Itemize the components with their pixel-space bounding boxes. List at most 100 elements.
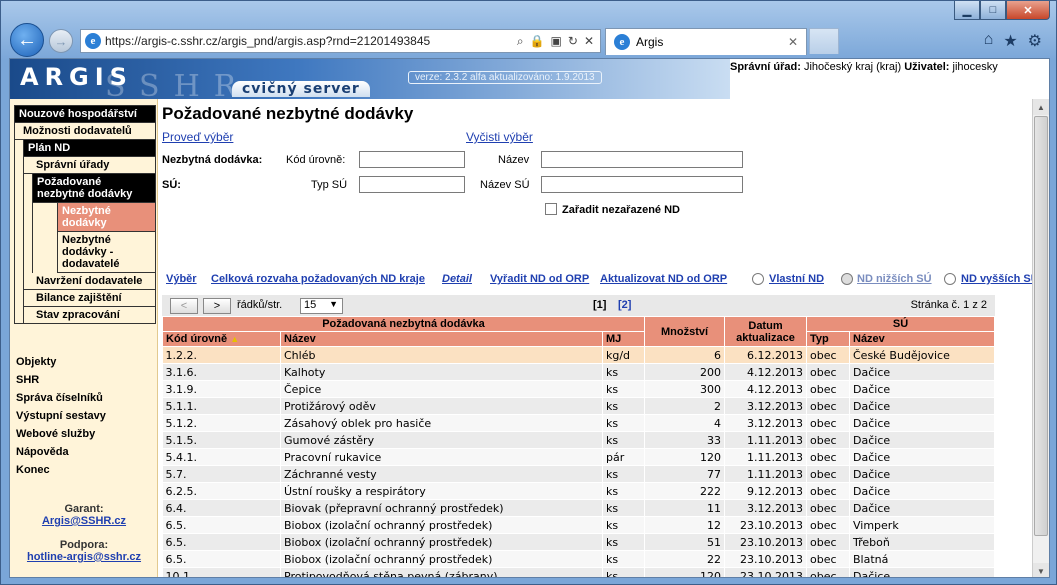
cell-su-type: obec <box>806 431 850 449</box>
col-header-quantity[interactable]: Množství <box>644 316 725 347</box>
menu-item-authorities[interactable]: Správní úřady <box>24 157 155 174</box>
menu-item-objects[interactable]: Objekty <box>14 353 154 371</box>
lower-nd-radio[interactable] <box>841 273 853 285</box>
cell-su-type: obec <box>806 550 850 568</box>
vertical-scrollbar[interactable]: ▲ ▼ <box>1032 99 1049 577</box>
prev-page-button[interactable]: < <box>170 298 198 314</box>
maximize-button[interactable]: □ <box>980 1 1006 20</box>
select-link[interactable]: Výběr <box>166 273 197 285</box>
scroll-thumb[interactable] <box>1034 116 1048 536</box>
menu-item-status[interactable]: Stav zpracování <box>24 307 155 323</box>
menu-item-supplies[interactable]: Nezbytné dodávky <box>58 203 155 232</box>
table-row[interactable]: 5.1.1. Protižárový oděv ks 2 3.12.2013 obec Da… <box>162 397 995 415</box>
page-2-link[interactable]: [2] <box>618 299 631 311</box>
table-row[interactable]: 5.1.2. Zásahový oblek pro hasiče ks 4 3.12.2… <box>162 414 995 432</box>
lower-nd-label[interactable]: ND nižších SÚ <box>857 273 932 285</box>
su-name-input[interactable] <box>541 176 743 193</box>
overall-balance-link[interactable]: Celková rozvaha požadovaných ND kraje <box>211 273 425 285</box>
run-filter-link[interactable]: Proveď výběr <box>162 130 233 144</box>
higher-nd-radio[interactable] <box>944 273 956 285</box>
menu-item-codelists[interactable]: Správa číselníků <box>14 389 154 407</box>
own-nd-radio[interactable] <box>752 273 764 285</box>
menu-item-emergency[interactable]: Nouzové hospodářství <box>15 106 155 123</box>
col-header-date[interactable]: Datum aktualizace <box>724 316 807 347</box>
minimize-button[interactable]: ▁ <box>954 1 980 20</box>
col-header-name[interactable]: Název <box>280 331 603 347</box>
menu-item-reports[interactable]: Výstupní sestavy <box>14 407 154 425</box>
table-row[interactable]: 5.7. Záchranné vesty ks 77 1.11.2013 obec Dači… <box>162 465 995 483</box>
menu-item-supplier-options[interactable]: Možnosti dodavatelů <box>15 123 155 140</box>
cell-su-type: obec <box>806 533 850 551</box>
col-header-su-name[interactable]: Název <box>849 331 995 347</box>
update-nd-orp-link[interactable]: Aktualizovat ND od ORP <box>600 273 727 285</box>
menu-item-propose-supplier[interactable]: Navržení dodavatele <box>24 273 155 290</box>
cell-date: 3.12.2013 <box>724 397 807 415</box>
browser-window: ▁ □ ✕ ← → e https://argis-c.sshr.cz/argi… <box>0 0 1057 585</box>
table-row[interactable]: 6.4. Biovak (přepravní ochranný prostřede… <box>162 499 995 517</box>
search-icon[interactable]: ⌕ <box>517 34 524 49</box>
menu-item-balance[interactable]: Bilance zajištění <box>24 290 155 307</box>
detail-link[interactable]: Detail <box>442 273 472 285</box>
table-row[interactable]: 6.5. Biobox (izolační ochranný prostředek… <box>162 516 995 534</box>
new-tab-button[interactable] <box>809 28 839 54</box>
server-label: cvičný server <box>232 81 370 97</box>
su-type-input[interactable] <box>359 176 465 193</box>
table-row[interactable]: 5.4.1. Pracovní rukavice pár 120 1.11.2013 ob… <box>162 448 995 466</box>
settings-gear-icon[interactable]: ⚙ <box>1028 31 1042 51</box>
own-nd-label[interactable]: Vlastní ND <box>769 273 824 285</box>
forward-button[interactable]: → <box>49 29 73 53</box>
remove-nd-orp-link[interactable]: Vyřadit ND od ORP <box>490 273 589 285</box>
favorites-star-icon[interactable]: ★ <box>1003 31 1017 51</box>
scroll-down-icon[interactable]: ▼ <box>1033 563 1049 577</box>
certificate-icon[interactable]: ▣ <box>551 34 562 49</box>
url-text[interactable]: https://argis-c.sshr.cz/argis_pnd/argis.… <box>105 34 517 48</box>
stop-icon[interactable]: ✕ <box>584 34 594 49</box>
cell-mj: ks <box>602 397 645 415</box>
clear-filter-link[interactable]: Vyčisti výběr <box>466 130 533 144</box>
higher-nd-label[interactable]: ND vyšších SÚ <box>961 273 1039 285</box>
address-bar[interactable]: e https://argis-c.sshr.cz/argis_pnd/argi… <box>80 29 601 53</box>
col-header-type[interactable]: Typ <box>806 331 850 347</box>
table-row[interactable]: 3.1.6. Kalhoty ks 200 4.12.2013 obec Dačice <box>162 363 995 381</box>
table-row[interactable]: 6.5. Biobox (izolační ochranný prostředek… <box>162 550 995 568</box>
code-input[interactable] <box>359 151 465 168</box>
scroll-up-icon[interactable]: ▲ <box>1033 99 1049 115</box>
menu-item-shr[interactable]: SHR <box>14 371 154 389</box>
rows-per-page-value: 15 <box>304 299 317 311</box>
table-row[interactable]: 1.2.2. Chléb kg/d 6 6.12.2013 obec České Buděj… <box>162 346 995 364</box>
cell-quantity: 6 <box>644 346 725 364</box>
next-page-button[interactable]: > <box>203 298 231 314</box>
guarant-mail-link[interactable]: Argis@SSHR.cz <box>42 515 126 527</box>
menu-item-supplies-suppliers[interactable]: Nezbytné dodávky - dodavatelé <box>58 232 155 273</box>
user-label: Uživatel: <box>904 61 950 73</box>
support-mail-link[interactable]: hotline-argis@sshr.cz <box>27 551 141 563</box>
col-header-code[interactable]: Kód úrovně ▲ <box>162 331 281 347</box>
table-row[interactable]: 10.1. Protipovodňová stěna pevná (zábrany… <box>162 567 995 577</box>
cell-code: 6.5. <box>162 533 281 551</box>
rows-per-page-label: řádků/str. <box>237 299 283 311</box>
close-window-button[interactable]: ✕ <box>1006 1 1050 20</box>
home-icon[interactable]: ⌂ <box>984 31 994 51</box>
menu-item-exit[interactable]: Konec <box>14 461 154 479</box>
include-unassigned-checkbox[interactable] <box>545 203 557 215</box>
col-header-mj[interactable]: MJ <box>602 331 645 347</box>
cell-su-name: Dačice <box>849 482 995 500</box>
table-row[interactable]: 6.2.5. Ústní roušky a respirátory ks 222 9.1… <box>162 482 995 500</box>
cell-su-name: Dačice <box>849 397 995 415</box>
cell-name: Čepice <box>280 380 603 398</box>
rows-per-page-select[interactable]: 15 ▼ <box>300 298 343 314</box>
menu-item-help[interactable]: Nápověda <box>14 443 154 461</box>
back-button[interactable]: ← <box>10 23 44 57</box>
name-input[interactable] <box>541 151 743 168</box>
table-row[interactable]: 6.5. Biobox (izolační ochranný prostředek… <box>162 533 995 551</box>
lock-icon[interactable]: 🔒 <box>530 34 545 49</box>
menu-item-required-supplies[interactable]: Požadované nezbytné dodávky <box>33 174 155 203</box>
menu-item-plan-nd[interactable]: Plán ND <box>24 140 155 157</box>
table-row[interactable]: 3.1.9. Čepice ks 300 4.12.2013 obec Dačice <box>162 380 995 398</box>
refresh-icon[interactable]: ↻ <box>568 34 578 49</box>
cell-su-type: obec <box>806 448 850 466</box>
tab-close-icon[interactable]: ✕ <box>788 35 798 49</box>
browser-tab[interactable]: e Argis ✕ <box>605 28 807 55</box>
table-row[interactable]: 5.1.5. Gumové zástěry ks 33 1.11.2013 obec Dač… <box>162 431 995 449</box>
menu-item-web-services[interactable]: Webové služby <box>14 425 154 443</box>
